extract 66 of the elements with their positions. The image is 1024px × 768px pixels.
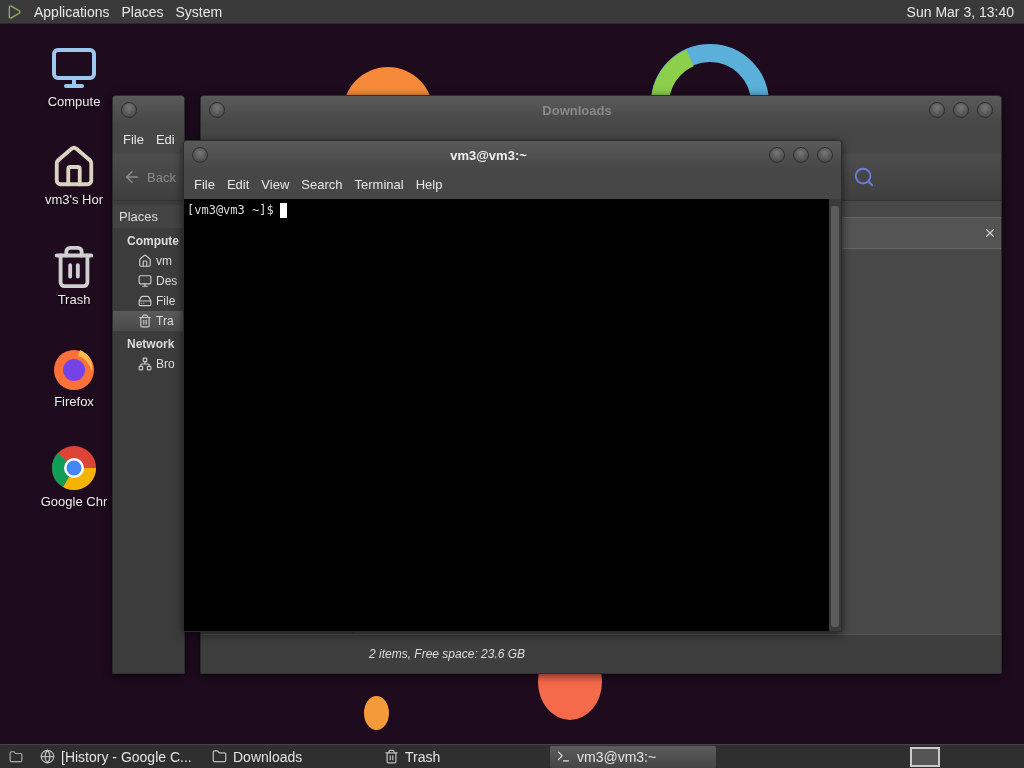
window-control-button[interactable] [192,147,208,163]
scrollbar[interactable] [829,199,841,631]
desktop-icon-label[interactable]: vm3's Hor [44,192,104,207]
window-control-button[interactable] [929,102,945,118]
sidebar-item-label: vm [156,254,172,268]
network-icon [138,357,152,371]
status-text: 2 items, Free space: 23.6 GB [369,647,526,661]
desktop-icon-label[interactable]: Trash [57,292,91,307]
workspace-switcher[interactable] [910,746,940,767]
trash-icon [384,749,399,764]
panel-menu[interactable]: Places [121,3,164,20]
menu-item[interactable]: Help [411,174,447,194]
sidebar-heading: Network [126,336,176,353]
chrome-icon [50,444,98,492]
taskbar-item[interactable]: Downloads [206,745,372,768]
sidebar-item[interactable]: Des [113,271,184,291]
desktop-icon-label[interactable]: Firefox [54,394,94,409]
home-icon [138,254,152,268]
trash-icon [138,314,152,328]
sidebar-item-label: Des [156,274,178,288]
folder-icon [212,749,227,764]
folder-icon [9,749,23,764]
shell-prompt: [vm3@vm3 ~]$ [187,203,274,217]
sidebar-item[interactable]: Tra [113,311,184,331]
sidebar-item[interactable]: File [113,291,184,311]
menu-item[interactable]: Search [297,174,347,194]
sidebar-item[interactable]: Bro [113,354,184,374]
window-control-button[interactable] [793,147,809,163]
panel-logo-icon[interactable] [6,3,22,20]
desktop-icon-label[interactable]: Compute [47,94,101,109]
desktop-icon-label[interactable]: Google Chr [40,494,108,509]
drive-icon [138,294,152,308]
window-control-button[interactable] [121,102,137,118]
desktop-icon [138,274,152,288]
terminal-icon [556,749,571,764]
close-button[interactable] [983,226,997,240]
window-control-button[interactable] [953,102,969,118]
taskbar-item[interactable]: Trash [378,745,544,768]
clock[interactable]: Sun Mar 3, 13:40 [906,3,1014,20]
menu-item[interactable]: File [119,129,148,149]
search-icon[interactable] [853,166,875,188]
sidebar-item[interactable]: vm [113,251,184,271]
taskbar-item[interactable]: [History - Google C... [34,745,200,768]
window-control-button[interactable] [769,147,785,163]
globe-icon [40,749,55,764]
window-control-button[interactable] [817,147,833,163]
window-title: vm3@vm3:~ [449,147,528,163]
window-control-button[interactable] [977,102,993,118]
sidebar-title[interactable]: Places [113,205,184,228]
window-control-button[interactable] [209,102,225,118]
menu-item[interactable]: View [257,174,294,194]
panel-menu[interactable]: System [175,3,223,20]
sidebar-item-label: Tra [156,314,174,328]
panel-menu[interactable]: Applications [34,3,110,20]
sidebar-item-label: Bro [156,357,175,371]
taskbar-item[interactable]: vm3@vm3:~ [550,745,716,768]
menu-item[interactable]: Edit [222,174,254,194]
text-cursor [279,203,287,218]
wallpaper-circle [364,696,389,730]
menu-item[interactable]: File [190,174,219,194]
menu-item[interactable]: Edi [151,129,179,149]
window-title: Downloads [541,102,613,118]
sidebar-heading: Compute [126,233,180,250]
terminal-area[interactable]: [vm3@vm3 ~]$ [184,199,841,631]
sidebar-item-label: File [156,294,176,308]
menu-item[interactable]: Terminal [350,174,408,194]
